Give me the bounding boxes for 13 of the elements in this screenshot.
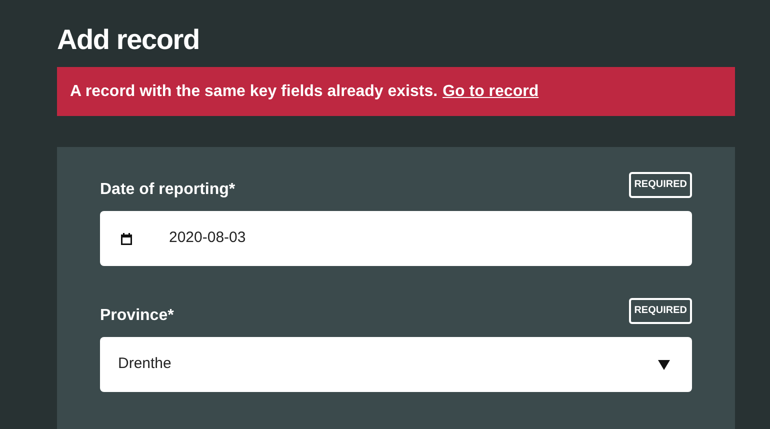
field-label: Date of reporting* <box>100 180 236 200</box>
calendar-icon <box>121 232 132 244</box>
error-message: A record with the same key fields already exists. <box>70 82 438 102</box>
required-badge: REQUIRED <box>629 172 692 198</box>
go-to-record-link[interactable]: Go to record <box>442 80 539 104</box>
page-title: Add record <box>57 24 200 56</box>
dropdown-caret-icon <box>658 360 670 370</box>
date-field[interactable]: 2020-08-03 <box>100 211 692 266</box>
field-label: Province* <box>100 306 174 326</box>
province-select[interactable]: Drenthe <box>100 337 692 392</box>
required-badge: REQUIRED <box>629 298 692 324</box>
date-value: 2020-08-03 <box>169 228 246 248</box>
select-value: Drenthe <box>118 354 172 374</box>
